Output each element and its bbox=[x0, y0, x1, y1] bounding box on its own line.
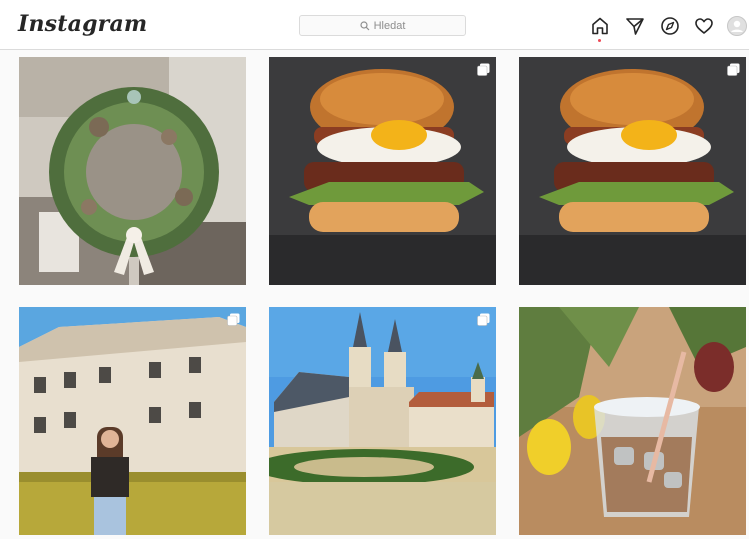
activity-heart-icon[interactable] bbox=[694, 16, 714, 36]
profile-avatar-icon[interactable] bbox=[727, 16, 747, 36]
home-active-indicator bbox=[598, 39, 601, 42]
direct-messages-icon[interactable] bbox=[625, 16, 645, 36]
church-photo bbox=[269, 307, 496, 535]
multi-photo-icon bbox=[227, 313, 240, 326]
iced-coffee-photo bbox=[519, 307, 746, 535]
post-tile-wreath[interactable] bbox=[19, 57, 246, 285]
instagram-logo[interactable]: Instagram bbox=[18, 11, 147, 37]
burger-photo bbox=[269, 57, 496, 285]
post-tile-chateau[interactable] bbox=[19, 307, 246, 535]
multi-photo-icon bbox=[477, 63, 490, 76]
multi-photo-icon bbox=[477, 313, 490, 326]
chateau-photo bbox=[19, 307, 246, 535]
search-placeholder: Hledat bbox=[373, 19, 406, 32]
post-tile-burger-2[interactable] bbox=[519, 57, 746, 285]
multi-photo-icon bbox=[727, 63, 740, 76]
top-navbar: Instagram Hledat bbox=[0, 0, 749, 50]
burger-photo bbox=[519, 57, 746, 285]
wreath-photo bbox=[19, 57, 246, 285]
explore-compass-icon[interactable] bbox=[660, 16, 680, 36]
search-input[interactable]: Hledat bbox=[299, 15, 466, 36]
post-tile-iced-coffee[interactable] bbox=[519, 307, 746, 535]
post-tile-burger[interactable] bbox=[269, 57, 496, 285]
post-tile-church[interactable] bbox=[269, 307, 496, 535]
search-icon bbox=[359, 20, 370, 30]
home-icon[interactable] bbox=[590, 16, 610, 36]
